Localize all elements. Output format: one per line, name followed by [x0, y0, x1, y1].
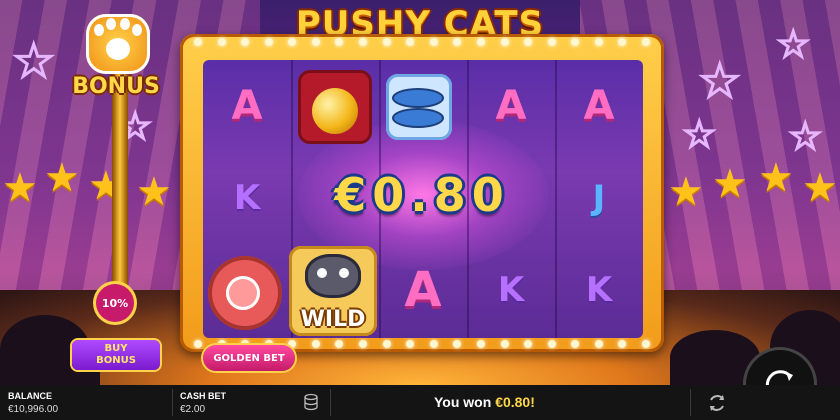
gold-star-icon: ★ [136, 169, 172, 215]
win-message-amount: €0.80! [495, 394, 535, 410]
fish-icon [394, 110, 442, 126]
fish-icon [394, 90, 442, 106]
symbol-k: K [497, 270, 525, 310]
outline-star-icon: ★ [698, 56, 740, 107]
symbol-k: K [585, 270, 613, 310]
buy-bonus-button[interactable]: BUY BONUS [72, 340, 160, 370]
wild-label: WILD [300, 307, 366, 332]
win-message: You won €0.80! [434, 394, 535, 410]
bell-icon [312, 88, 358, 134]
wild-symbol: WILD [289, 246, 377, 336]
buy-bonus-line1: BUY [104, 343, 128, 354]
gold-star-icon: ★ [2, 165, 38, 211]
gold-star-icon: ★ [802, 165, 838, 211]
symbol-a: A [404, 262, 442, 318]
buy-bonus-line2: BONUS [96, 355, 136, 366]
ham-symbol [208, 256, 282, 330]
outline-star-icon: ★ [682, 115, 716, 155]
fish-symbol [386, 74, 452, 140]
bar-divider [330, 389, 331, 416]
gold-star-icon: ★ [758, 155, 794, 201]
bonus-meter-rail [112, 70, 128, 310]
marquee-lights-top [194, 38, 650, 46]
symbol-a: A [583, 83, 615, 129]
autoplay-icon[interactable] [706, 392, 728, 414]
golden-bet-button[interactable]: GOLDEN BET [203, 345, 295, 371]
gold-star-icon: ★ [668, 169, 704, 215]
coins-icon[interactable] [304, 393, 318, 411]
bar-divider [172, 389, 173, 416]
ham-icon [226, 276, 260, 310]
game-stage: ★ ★ ★ ★ ★ ★ ★ ★ ★ ★ ★ ★ ★ ★ PUSHY CATS B… [0, 0, 840, 385]
gold-star-icon: ★ [712, 161, 748, 207]
bar-divider [690, 389, 691, 416]
paw-icon [86, 14, 150, 74]
bonus-label: BONUS [72, 74, 160, 99]
symbol-a: A [495, 83, 527, 129]
win-amount-display: €0.80 [334, 168, 510, 222]
symbol-a: A [231, 83, 263, 129]
outline-star-icon: ★ [12, 36, 54, 87]
outline-star-icon: ★ [788, 117, 822, 157]
bonus-progress-badge: 10% [96, 284, 134, 322]
cash-bet-label: CASH BET [180, 391, 227, 401]
balance-label: BALANCE [8, 391, 52, 401]
outline-star-icon: ★ [776, 25, 810, 65]
win-message-prefix: You won [434, 394, 496, 410]
status-bar: BALANCE €10,996.00 CASH BET €2.00 You wo… [0, 385, 840, 420]
cat-icon [305, 254, 361, 298]
bell-symbol [298, 70, 372, 144]
gold-star-icon: ★ [44, 155, 80, 201]
cash-bet-value: €2.00 [180, 404, 206, 415]
balance-value: €10,996.00 [8, 404, 59, 415]
